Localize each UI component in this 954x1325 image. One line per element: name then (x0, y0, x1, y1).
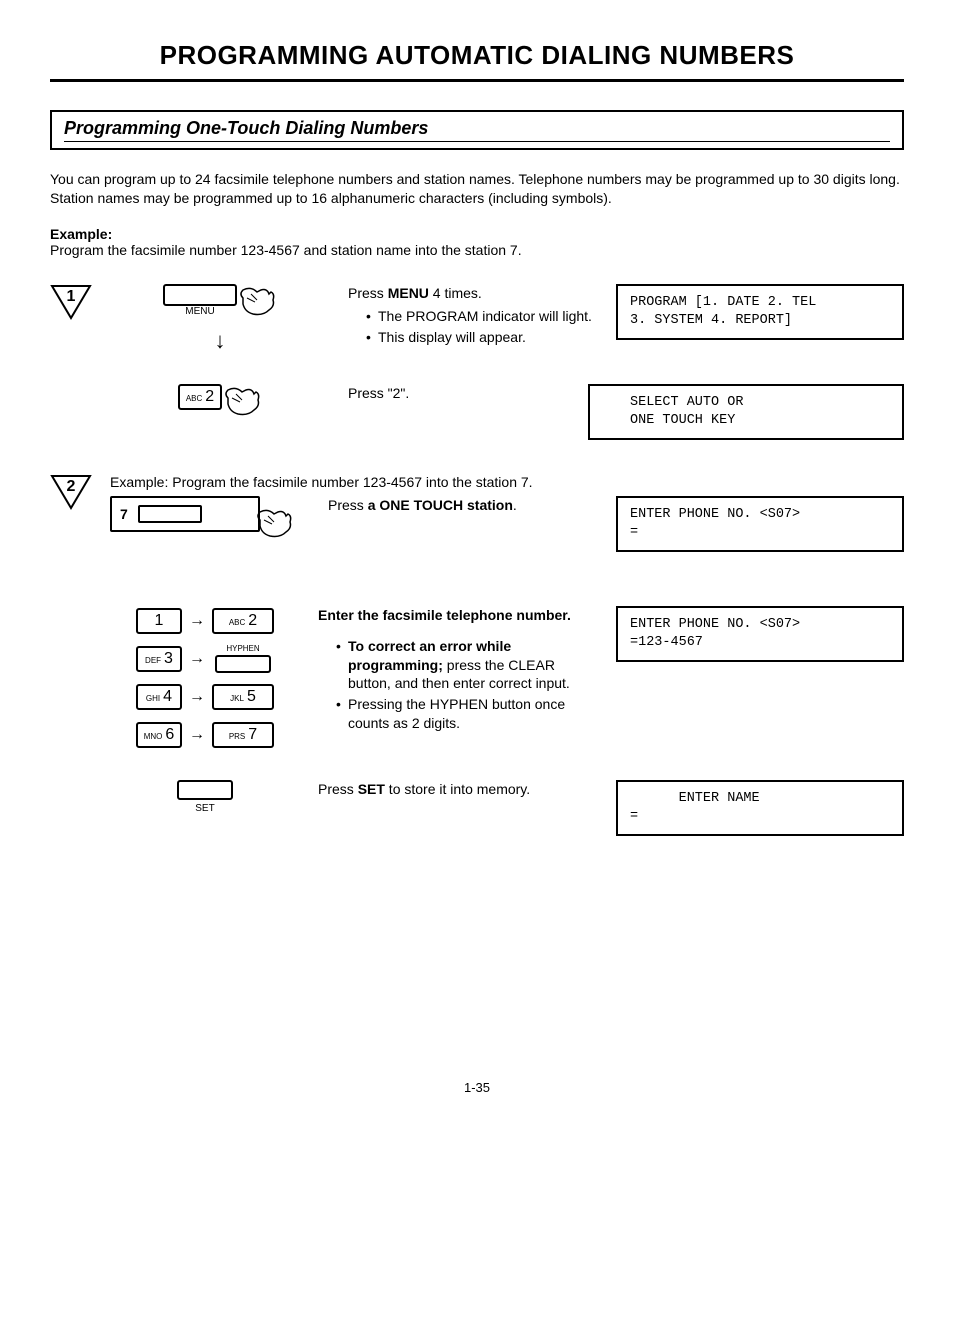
step-2-example: Example: Program the facsimile number 12… (110, 474, 904, 490)
step-1-instr-suffix: 4 times. (429, 285, 482, 301)
key-3: DEF3 (136, 646, 182, 672)
key-2b: ABC2 (212, 608, 274, 634)
step-marker-1: 1 (50, 284, 92, 320)
set-key: SET (177, 780, 233, 814)
key-4-sup: GHI (146, 694, 160, 703)
step-2-text: Press a ONE TOUCH station. (328, 496, 598, 515)
step-2-instr-suffix: . (513, 497, 517, 513)
hyphen-label: HYPHEN (226, 644, 259, 653)
step-3-text: Enter the facsimile telephone number. To… (318, 606, 598, 735)
example-text: Program the facsimile number 123-4567 an… (50, 242, 522, 258)
step-4-display: ENTER NAME = (616, 780, 904, 836)
step-1-text: Press MENU 4 times. The PROGRAM indicato… (348, 284, 598, 349)
step-3-bullet-2: Pressing the HYPHEN button once counts a… (336, 695, 598, 733)
step-1-display: PROGRAM [1. DATE 2. TEL 3. SYSTEM 4. REP… (616, 284, 904, 340)
arrow-right-icon: → (188, 726, 206, 744)
down-arrow-icon: ↓ (215, 328, 226, 354)
step-4-row: SET Press SET to store it into memory. E… (50, 780, 904, 840)
example-block: Example: Program the facsimile number 12… (50, 226, 904, 258)
station-number: 7 (120, 506, 128, 522)
intro-paragraph: You can program up to 24 facsimile telep… (50, 170, 904, 208)
step-1b-marker-spacer (50, 384, 92, 420)
step-1-illustration: MENU ↓ (110, 284, 330, 354)
key-1: 1 (136, 608, 182, 634)
key-2b-num: 2 (248, 612, 257, 630)
step-4-instr-bold: SET (358, 781, 385, 797)
step-1b-instr: Press "2". (348, 385, 409, 401)
hyphen-key: HYPHEN (212, 644, 274, 673)
step-1b-illustration: ABC 2 (110, 384, 330, 444)
example-label: Example: (50, 226, 112, 242)
arrow-right-icon: → (188, 650, 206, 668)
step-1-instr-prefix: Press (348, 285, 388, 301)
step-2-illustration: 7 (110, 496, 310, 556)
key-7: PRS7 (212, 722, 274, 748)
keypad: 1 → ABC2 DEF3 → HYPHEN GHI4 → JKL5 MNO6 … (136, 606, 274, 750)
key-5-sup: JKL (230, 694, 244, 703)
station-slot (138, 505, 202, 523)
step-1-row: 1 MENU ↓ Press MENU 4 times. The PROGRAM… (50, 284, 904, 354)
menu-key: MENU (163, 284, 237, 306)
key-7-num: 7 (248, 726, 257, 744)
page-number: 1-35 (50, 1080, 904, 1095)
key-3-num: 3 (164, 650, 173, 668)
step-marker-2: 2 (50, 474, 92, 510)
step-4-marker-spacer (50, 780, 92, 816)
key-1-num: 1 (155, 612, 164, 630)
page-title: PROGRAMMING AUTOMATIC DIALING NUMBERS (50, 40, 904, 71)
arrow-right-icon: → (188, 612, 206, 630)
key-5: JKL5 (212, 684, 274, 710)
key-7-sup: PRS (229, 732, 245, 741)
hand-icon (222, 384, 262, 418)
key-2-num: 2 (205, 388, 214, 406)
step-2-row: 2 Example: Program the facsimile number … (50, 474, 904, 556)
menu-key-label: MENU (165, 306, 235, 317)
title-rule (50, 79, 904, 82)
step-2-example-text: Program the facsimile number 123-4567 in… (172, 474, 532, 490)
hand-icon (237, 284, 277, 318)
key-6-sup: MNO (144, 732, 163, 741)
step-4-illustration: SET (110, 780, 300, 840)
step-1b-text: Press "2". (348, 384, 570, 403)
step-1-bullet-1: The PROGRAM indicator will light. (366, 307, 598, 326)
key-2: ABC 2 (178, 384, 222, 410)
step-4-instr-suffix: to store it into memory. (385, 781, 530, 797)
key-6-num: 6 (165, 726, 174, 744)
step-3-illustration: 1 → ABC2 DEF3 → HYPHEN GHI4 → JKL5 MNO6 … (110, 606, 300, 750)
step-3-row: 1 → ABC2 DEF3 → HYPHEN GHI4 → JKL5 MNO6 … (50, 606, 904, 750)
key-2b-sup: ABC (229, 618, 245, 627)
one-touch-station-key: 7 (110, 496, 260, 532)
step-4-text: Press SET to store it into memory. (318, 780, 598, 799)
step-3-display: ENTER PHONE NO. <S07> =123-4567 (616, 606, 904, 662)
step-1-bullet-2: This display will appear. (366, 328, 598, 347)
step-3-bullet-1: To correct an error while programming; p… (336, 637, 598, 694)
set-label: SET (195, 803, 214, 814)
step-1b-row: ABC 2 Press "2". SELECT AUTO OR ONE TOUC… (50, 384, 904, 444)
section-title: Programming One-Touch Dialing Numbers (64, 118, 890, 142)
key-3-sup: DEF (145, 656, 161, 665)
step-1-instr-bold: MENU (388, 285, 429, 301)
step-2-example-label: Example: (110, 474, 168, 490)
step-number-2: 2 (67, 478, 76, 495)
step-2-instr-bold: a ONE TOUCH station (368, 497, 513, 513)
step-1b-display: SELECT AUTO OR ONE TOUCH KEY (588, 384, 904, 440)
key-6: MNO6 (136, 722, 182, 748)
section-header-box: Programming One-Touch Dialing Numbers (50, 110, 904, 150)
hand-icon (254, 506, 294, 540)
hyphen-slot (215, 655, 271, 673)
key-4-num: 4 (163, 688, 172, 706)
set-slot (177, 780, 233, 800)
key-5-num: 5 (247, 688, 256, 706)
step-3-marker-spacer (50, 606, 92, 642)
key-2-sup: ABC (186, 394, 202, 403)
step-number-1: 1 (67, 288, 76, 305)
key-4: GHI4 (136, 684, 182, 710)
step-2-display: ENTER PHONE NO. <S07> = (616, 496, 904, 552)
step-2-instr-prefix: Press (328, 497, 368, 513)
step-3-instr: Enter the facsimile telephone number. (318, 606, 598, 625)
arrow-right-icon: → (188, 688, 206, 706)
step-4-instr-prefix: Press (318, 781, 358, 797)
